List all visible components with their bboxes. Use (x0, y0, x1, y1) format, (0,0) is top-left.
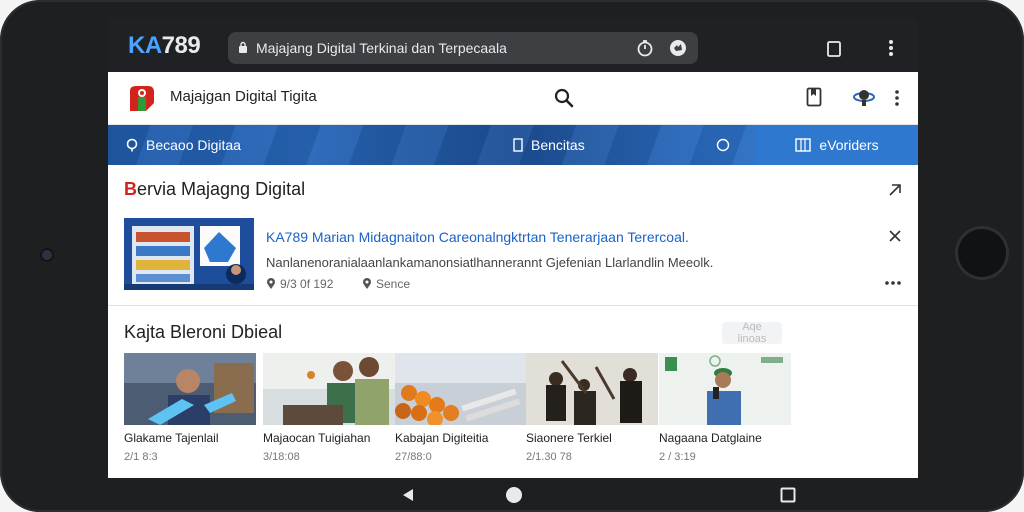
browser-brand: KA789 (128, 32, 201, 60)
page-menu-icon[interactable] (894, 89, 900, 107)
article-source: Sence (362, 277, 410, 291)
browser-menu-icon[interactable] (888, 39, 894, 57)
nav-item-providers[interactable]: eVoriders (756, 125, 918, 165)
nav-item-label: eVoriders (819, 137, 879, 153)
more-options-icon[interactable] (884, 280, 902, 286)
video-meta: 2/1 8:3 (124, 451, 158, 463)
video-meta: 2 / 3:19 (659, 451, 696, 463)
nav-item-circle[interactable] (716, 125, 738, 165)
nav-item-label: Becaoo Digitaa (146, 137, 241, 153)
document-icon (513, 138, 523, 152)
video-meta: 3/18:08 (263, 451, 300, 463)
circle-icon (716, 138, 730, 152)
thumbnail-image (124, 353, 256, 425)
video-section-title: Kajta Bleroni Dbieal (124, 322, 283, 342)
video-card[interactable]: Siaonere Terkiel 2/1.30 78 (526, 353, 658, 463)
title-rest: ervia Majagng Digital (137, 179, 306, 199)
browser-toolbar: KA789 Majajang Digital Terkinai dan Terp… (108, 18, 918, 72)
screen: KA789 Majajang Digital Terkinai dan Terp… (108, 18, 918, 478)
article-description: Nanlanenoranialaanlankamanonsiatlhannera… (266, 255, 714, 270)
chevron-right-icon[interactable] (888, 183, 902, 197)
video-card[interactable]: Majaocan Tuigiahan 3/18:08 (263, 353, 395, 463)
grid-icon (795, 138, 812, 152)
satellite-icon[interactable] (852, 87, 876, 107)
news-section: Bervia Majagng Digital KA789 Marian Mida… (108, 165, 918, 306)
site-title[interactable]: Majajgan Digital Tigita (170, 88, 317, 105)
video-thumbnail (526, 353, 658, 425)
thumbnail-image (526, 353, 658, 425)
reader-icon[interactable] (806, 87, 822, 107)
brand-part-ka: KA (128, 32, 162, 59)
address-bar[interactable]: Majajang Digital Terkinai dan Terpecaala (228, 32, 698, 64)
front-camera (42, 250, 52, 260)
thumbnail-image (263, 353, 395, 425)
news-section-title: Bervia Majagng Digital (124, 179, 305, 200)
system-navigation-bar (0, 478, 1024, 512)
video-title: Kabajan Digiteitia (395, 431, 489, 445)
search-icon[interactable] (554, 88, 574, 108)
video-meta: 2/1.30 78 (526, 451, 572, 463)
close-icon[interactable] (888, 229, 902, 243)
hardware-home-button[interactable] (955, 226, 1009, 280)
brand-part-789: 789 (161, 32, 201, 59)
video-thumbnail (263, 353, 395, 425)
video-card[interactable]: Kabajan Digiteitia 27/88:0 (395, 353, 527, 463)
video-title: Siaonere Terkiel (526, 431, 612, 445)
url-text: Majajang Digital Terkinai dan Terpecaala (256, 40, 507, 56)
article-date: 9/3 0f 192 (266, 277, 333, 291)
location-pin-icon (267, 278, 275, 289)
video-card[interactable]: Glakame Tajenlail 2/1 8:3 (124, 353, 256, 463)
video-thumbnail (395, 353, 527, 425)
recent-apps-icon[interactable] (780, 487, 796, 503)
thumbnail-image (395, 353, 527, 425)
site-header: Majajgan Digital Tigita (108, 72, 918, 125)
category-nav: Becaoo Digitaa Bencitas eVoriders (108, 125, 918, 165)
article-thumbnail[interactable] (124, 218, 254, 290)
video-thumbnail (659, 353, 791, 425)
video-title: Nagaana Datglaine (659, 431, 762, 445)
pin-icon (126, 138, 138, 152)
timer-icon[interactable] (635, 38, 655, 58)
home-icon[interactable] (505, 486, 523, 504)
tablet-frame: KA789 Majajang Digital Terkinai dan Terp… (0, 0, 1024, 512)
video-card[interactable]: Nagaana Datglaine 2 / 3:19 (659, 353, 791, 463)
nav-item-label: Bencitas (531, 137, 585, 153)
see-all-button[interactable]: Aqe linoas (722, 321, 782, 345)
lock-icon (239, 41, 247, 53)
article-title[interactable]: KA789 Marian Midagnaiton Careonalngktrta… (266, 229, 689, 245)
back-icon[interactable] (402, 488, 414, 502)
video-title: Majaocan Tuigiahan (263, 431, 371, 445)
thumbnail-image (659, 353, 791, 425)
location-pin-icon (363, 278, 371, 289)
video-meta: 27/88:0 (395, 451, 432, 463)
nav-item-digital[interactable]: Becaoo Digitaa (126, 125, 241, 165)
video-title: Glakame Tajenlail (124, 431, 219, 445)
extension-icon[interactable] (668, 38, 688, 58)
nav-item-news[interactable]: Bencitas (513, 125, 585, 165)
store-shelf-image (124, 218, 254, 290)
article-source-text: Sence (376, 277, 411, 291)
tabs-icon[interactable] (827, 41, 841, 57)
site-logo-icon[interactable] (126, 83, 158, 115)
article-date-text: 9/3 0f 192 (280, 277, 334, 291)
title-initial: B (124, 179, 137, 199)
video-thumbnail (124, 353, 256, 425)
